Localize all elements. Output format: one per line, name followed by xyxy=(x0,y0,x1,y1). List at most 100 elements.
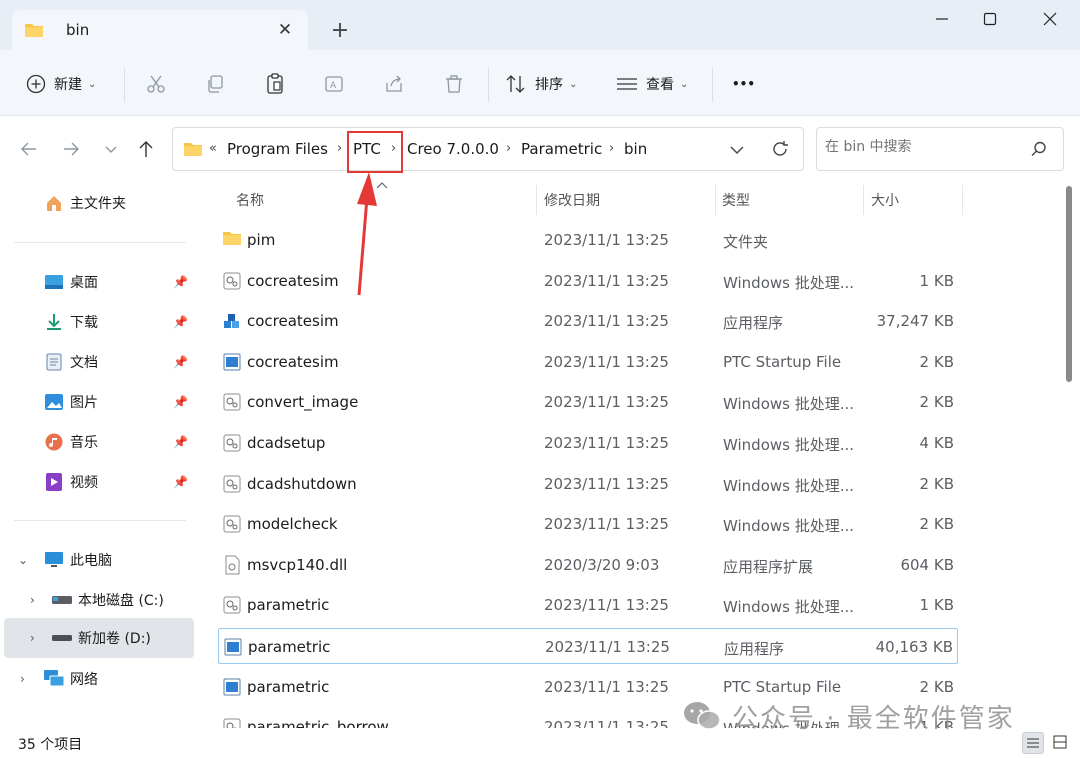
rename-button[interactable]: A xyxy=(324,70,344,98)
copy-button[interactable] xyxy=(205,70,225,98)
arrow-left-icon xyxy=(21,142,36,156)
sidebar-item-music[interactable]: 音乐 📌 xyxy=(0,422,196,462)
sidebar-item-network[interactable]: › 网络 xyxy=(0,659,196,699)
sidebar-item-label: 视频 xyxy=(70,475,98,491)
sort-button[interactable]: 排序 ⌄ xyxy=(505,70,577,98)
file-date: 2023/11/1 13:25 xyxy=(544,434,669,452)
chevron-right-icon[interactable]: › xyxy=(20,672,25,686)
chevron-right-icon[interactable]: › xyxy=(30,593,35,607)
chevron-right-icon[interactable]: › xyxy=(30,631,35,645)
file-type: Windows 批处理... xyxy=(723,476,855,495)
chevron-right-icon[interactable]: › xyxy=(506,141,511,156)
sidebar-item-pictures[interactable]: 图片 📌 xyxy=(0,382,196,422)
file-row[interactable]: msvcp140.dll 2020/3/20 9:03 应用程序扩展 604 KB xyxy=(218,547,958,583)
more-options-button[interactable]: ••• xyxy=(732,70,755,98)
close-icon xyxy=(1043,12,1057,26)
chevron-down-icon[interactable]: ⌄ xyxy=(18,553,28,567)
sidebar-item-drive-d[interactable]: › 新加卷 (D:) xyxy=(4,618,194,658)
file-type: 应用程序 xyxy=(724,640,785,658)
tab-close-icon[interactable]: ✕ xyxy=(276,21,294,39)
tab-label: bin xyxy=(66,21,90,39)
delete-button[interactable] xyxy=(444,70,464,98)
large-icons-view-button[interactable] xyxy=(1050,732,1072,754)
file-size: 2 KB xyxy=(919,474,954,493)
breadcrumb-creo[interactable]: Creo 7.0.0.0 xyxy=(407,140,499,158)
file-row[interactable]: cocreatesim 2023/11/1 13:25 PTC Startup Fi… xyxy=(218,344,958,380)
column-divider[interactable] xyxy=(863,185,864,215)
divider xyxy=(124,68,125,102)
column-divider[interactable] xyxy=(715,185,716,215)
file-row[interactable]: convert_image 2023/11/1 13:25 Windows 批处理.… xyxy=(218,384,958,420)
up-button[interactable] xyxy=(135,139,157,161)
file-row[interactable]: pim 2023/11/1 13:25 文件夹 xyxy=(218,222,958,258)
file-row[interactable]: parametric 2023/11/1 13:25 应用程序 40,163 KB xyxy=(218,628,958,664)
trash-icon xyxy=(446,75,462,93)
sidebar-item-documents[interactable]: 文档 📌 xyxy=(0,342,196,382)
column-divider[interactable] xyxy=(962,185,963,215)
application-icon xyxy=(222,677,242,697)
sidebar-item-videos[interactable]: 视频 📌 xyxy=(0,462,196,502)
download-icon xyxy=(44,312,64,332)
file-size: 37,247 KB xyxy=(876,312,954,331)
chevron-right-icon[interactable]: › xyxy=(337,141,342,156)
new-tab-button[interactable]: + xyxy=(328,20,352,44)
sidebar-item-desktop[interactable]: 桌面 📌 xyxy=(0,262,196,302)
file-row[interactable]: modelcheck 2023/11/1 13:25 Windows 批处理... 2… xyxy=(218,506,958,542)
close-window-button[interactable] xyxy=(1028,8,1072,32)
sidebar-item-home[interactable]: 主文件夹 xyxy=(0,183,196,223)
sidebar-item-drive-c[interactable]: › 本地磁盘 (C:) xyxy=(0,580,196,620)
file-row[interactable]: parametric 2023/11/1 13:25 Windows 批处理... 1… xyxy=(218,587,958,623)
column-header-size[interactable]: 大小 xyxy=(871,181,899,217)
pin-icon[interactable]: 📌 xyxy=(173,315,188,329)
details-view-button[interactable] xyxy=(1022,732,1044,754)
file-type: Windows 批处理... xyxy=(723,598,855,617)
forward-button[interactable] xyxy=(60,139,82,161)
tab-bin[interactable]: bin ✕ xyxy=(12,10,308,50)
file-name: parametric xyxy=(247,596,330,615)
file-row[interactable]: cocreatesim 2023/11/1 13:25 应用程序 37,247 KB xyxy=(218,303,958,339)
column-header-name[interactable]: 名称 xyxy=(236,181,264,217)
paste-button[interactable] xyxy=(265,70,285,98)
batch-file-icon xyxy=(222,595,242,615)
pin-icon[interactable]: 📌 xyxy=(173,435,188,449)
view-list-icon xyxy=(617,78,637,90)
column-header-date[interactable]: 修改日期 xyxy=(544,181,600,217)
chevron-right-icon[interactable]: › xyxy=(609,141,614,156)
file-row[interactable]: dcadshutdown 2023/11/1 13:25 Windows 批处理..… xyxy=(218,466,958,502)
file-row[interactable]: cocreatesim 2023/11/1 13:25 Windows 批处理...… xyxy=(218,263,958,299)
breadcrumb-bin[interactable]: bin xyxy=(624,140,647,158)
minimize-button[interactable] xyxy=(920,8,964,32)
pin-icon[interactable]: 📌 xyxy=(173,475,188,489)
search-icon xyxy=(1031,141,1046,156)
file-size: 2 KB xyxy=(919,515,954,534)
view-button[interactable]: 查看 ⌄ xyxy=(616,70,688,98)
sidebar-item-downloads[interactable]: 下载 📌 xyxy=(0,302,196,342)
file-name: modelcheck xyxy=(247,515,338,534)
scrollbar-thumb[interactable] xyxy=(1066,186,1072,382)
chevron-down-icon[interactable] xyxy=(729,142,745,158)
address-bar[interactable]: « Program Files › PTC › Creo 7.0.0.0 › P… xyxy=(172,127,804,171)
breadcrumb-parametric[interactable]: Parametric xyxy=(521,140,602,158)
new-button[interactable]: 新建 ⌄ xyxy=(26,70,96,98)
column-divider[interactable] xyxy=(536,185,537,215)
file-row[interactable]: dcadsetup 2023/11/1 13:25 Windows 批处理... 4 … xyxy=(218,425,958,461)
search-box[interactable] xyxy=(816,127,1064,171)
maximize-button[interactable] xyxy=(968,8,1012,32)
search-input[interactable] xyxy=(825,139,1025,155)
batch-file-icon xyxy=(222,392,242,412)
sidebar-item-label: 此电脑 xyxy=(70,553,112,569)
recent-locations-button[interactable] xyxy=(100,139,122,161)
refresh-icon[interactable] xyxy=(771,140,789,158)
sidebar-item-label: 下载 xyxy=(70,315,98,331)
pin-icon[interactable]: 📌 xyxy=(173,275,188,289)
back-button[interactable] xyxy=(18,139,40,161)
column-header-type[interactable]: 类型 xyxy=(722,181,750,217)
breadcrumb-program-files[interactable]: Program Files xyxy=(227,140,328,158)
cut-button[interactable] xyxy=(146,70,166,98)
share-button[interactable] xyxy=(384,70,404,98)
pin-icon[interactable]: 📌 xyxy=(173,395,188,409)
sidebar-item-this-pc[interactable]: ⌄ 此电脑 xyxy=(0,540,196,580)
folder-icon xyxy=(222,230,242,250)
pin-icon[interactable]: 📌 xyxy=(173,355,188,369)
overflow-chevron-icon[interactable]: « xyxy=(209,141,217,156)
